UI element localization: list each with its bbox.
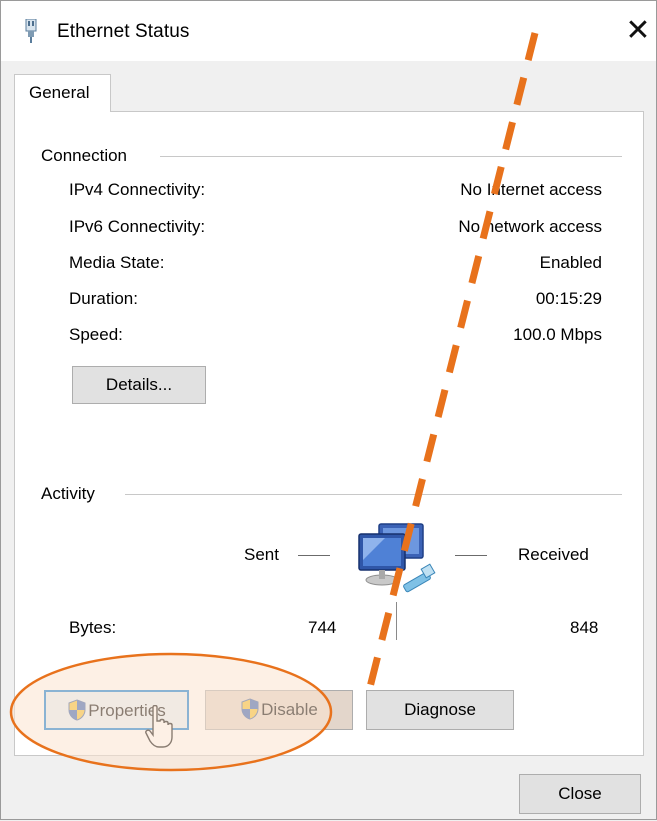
speed-value: 100.0 Mbps	[513, 325, 602, 344]
window-title: Ethernet Status	[57, 21, 190, 42]
title-bar[interactable]: Ethernet Status ✕	[1, 1, 656, 61]
ipv4-connectivity-label: IPv4 Connectivity:	[69, 180, 206, 199]
media-state-value: Enabled	[539, 253, 602, 272]
diagnose-button[interactable]: Diagnose	[366, 690, 514, 730]
tab-general-label: General	[29, 83, 90, 102]
details-button[interactable]: Details...	[72, 366, 206, 404]
connection-group-divider	[160, 156, 622, 157]
received-dash	[455, 555, 487, 556]
ipv6-connectivity-value: No network access	[458, 217, 602, 236]
disable-button[interactable]: Disable	[205, 690, 353, 730]
disable-button-label: Disable	[261, 700, 318, 719]
connection-group-label: Connection	[41, 146, 134, 166]
close-button[interactable]: Close	[519, 774, 641, 814]
close-button-label: Close	[558, 784, 602, 803]
diagnose-button-label: Diagnose	[404, 700, 476, 719]
duration-label: Duration:	[69, 289, 138, 308]
uac-shield-icon	[241, 698, 259, 720]
activity-group-divider	[125, 494, 622, 495]
details-button-label: Details...	[105, 375, 173, 394]
bytes-label: Bytes:	[69, 618, 117, 637]
network-computers-icon	[358, 523, 436, 593]
general-panel: Connection IPv4 Connectivity: No Interne…	[14, 111, 644, 756]
sent-dash	[298, 555, 330, 556]
activity-divider	[396, 602, 397, 640]
speed-label: Speed:	[69, 325, 123, 344]
media-state-label: Media State:	[69, 253, 165, 272]
bytes-received-value: 848	[570, 618, 599, 637]
ethernet-status-window: Ethernet Status ✕ General Connection IPv…	[0, 0, 657, 820]
tab-general[interactable]: General	[14, 74, 111, 112]
bytes-sent-value: 744	[308, 618, 337, 637]
duration-value: 00:15:29	[535, 289, 602, 308]
received-label: Received	[518, 545, 589, 564]
activity-group-label: Activity	[41, 484, 101, 504]
ipv4-connectivity-value: No Internet access	[460, 180, 602, 199]
uac-shield-icon	[68, 699, 86, 721]
ethernet-adapter-icon	[25, 19, 37, 43]
close-window-icon[interactable]: ✕	[621, 15, 655, 49]
mouse-cursor-icon	[145, 705, 173, 748]
ipv6-connectivity-label: IPv6 Connectivity:	[69, 217, 206, 236]
sent-label: Sent	[244, 545, 279, 564]
